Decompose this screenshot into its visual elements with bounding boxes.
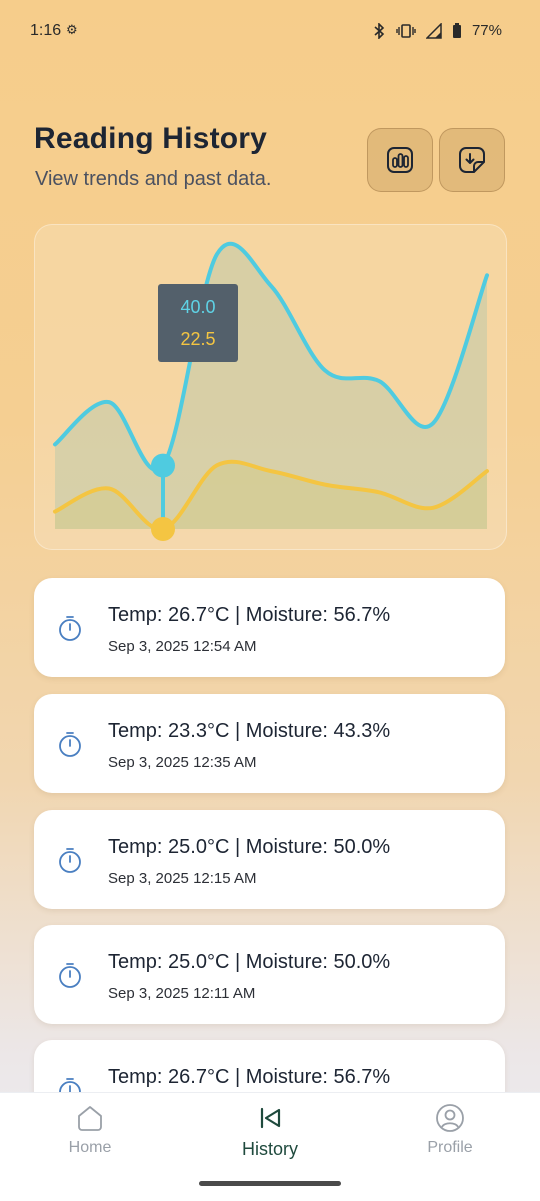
reading-values: Temp: 26.7°C | Moisture: 56.7% [108,604,391,626]
signal-icon [425,22,442,39]
status-bar: 1:16 ⚙ 77% [0,0,540,64]
reading-card[interactable]: Temp: 26.7°C | Moisture: 56.7% Sep 3, 20… [34,578,505,677]
nav-profile-label: Profile [427,1139,473,1156]
reading-card[interactable]: Temp: 25.0°C | Moisture: 50.0% Sep 3, 20… [34,925,505,1024]
bar-chart-icon [387,147,413,173]
battery-icon [452,22,461,38]
settings-notification-icon: ⚙ [66,23,78,38]
home-icon [78,1106,102,1131]
battery-percent: 77% [471,22,502,39]
reading-date: Sep 3, 2025 12:15 AM [108,870,257,887]
status-time: 1:16 [30,22,62,39]
nav-history[interactable]: History [210,1103,330,1160]
bluetooth-icon [374,22,385,39]
download-file-icon [459,147,485,173]
reading-card[interactable]: Temp: 25.0°C | Moisture: 50.0% Sep 3, 20… [34,810,505,909]
reading-date: Sep 3, 2025 12:35 AM [108,754,257,771]
history-chart[interactable] [34,224,507,550]
page-subtitle: View trends and past data. [35,168,272,190]
reading-values: Temp: 25.0°C | Moisture: 50.0% [108,951,391,973]
vibrate-icon [396,23,416,38]
reading-date: Sep 3, 2025 12:54 AM [108,638,257,655]
timer-icon [59,963,81,988]
timer-icon [59,616,81,641]
series-1-selected-point[interactable] [151,453,175,478]
status-icons: 77% [372,22,502,39]
timer-icon [59,732,81,757]
tooltip-value-1: 40.0 [180,297,216,317]
timer-icon [59,848,81,873]
tooltip-value-2: 22.5 [180,329,216,349]
page-title: Reading History [34,122,268,155]
series-2-selected-point[interactable] [151,517,175,541]
reading-values: Temp: 23.3°C | Moisture: 43.3% [108,720,391,742]
history-back-icon [260,1107,281,1129]
nav-profile[interactable]: Profile [390,1103,510,1157]
nav-history-label: History [241,1139,298,1159]
chart-tooltip: 40.0 22.5 [158,284,238,362]
profile-icon [436,1104,464,1132]
reading-values: Temp: 25.0°C | Moisture: 50.0% [108,836,391,858]
nav-home[interactable]: Home [30,1103,150,1157]
nav-home-label: Home [68,1139,112,1156]
reading-date: Sep 3, 2025 12:11 AM [108,985,256,1002]
chart-view-button[interactable] [367,128,433,192]
reading-values: Temp: 26.7°C | Moisture: 56.7% [108,1066,391,1088]
gesture-navigation-bar [199,1181,341,1186]
export-button[interactable] [439,128,505,192]
chart-svg [53,241,489,541]
reading-card[interactable]: Temp: 23.3°C | Moisture: 43.3% Sep 3, 20… [34,694,505,793]
